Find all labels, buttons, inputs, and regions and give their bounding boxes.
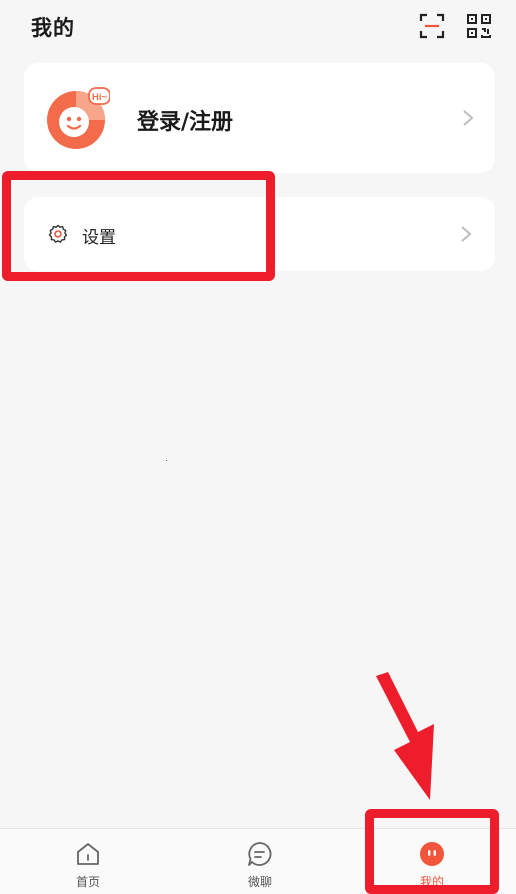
nav-label-home: 首页 (75, 875, 100, 889)
arrow-pointer-icon (360, 672, 450, 804)
chevron-right-icon (461, 108, 475, 128)
home-icon (75, 841, 101, 867)
bottom-nav: 首页 微聊 我的 (0, 828, 516, 894)
avatar-badge: Hi~ (92, 92, 108, 103)
login-card[interactable]: Hi~ 登录/注册 (24, 63, 495, 173)
chat-bubble-icon (247, 841, 273, 867)
nav-label-chat: 微聊 (247, 875, 272, 889)
screen-speck (166, 460, 167, 461)
login-register-label[interactable]: 登录/注册 (137, 104, 233, 136)
top-bar: 我的 (0, 0, 516, 54)
nav-item-chat[interactable]: 微聊 (200, 829, 320, 894)
settings-label: 设置 (82, 228, 116, 248)
mine-screen: 我的 Hi~ 登录/注册 设置 首页 微聊 我的 (0, 0, 516, 894)
gear-icon (48, 224, 68, 244)
avatar[interactable]: Hi~ (46, 86, 111, 150)
page-title: 我的 (31, 16, 75, 40)
scan-icon[interactable] (419, 13, 445, 39)
mine-face-icon (419, 841, 445, 867)
nav-item-mine[interactable]: 我的 (372, 829, 492, 894)
nav-item-home[interactable]: 首页 (28, 829, 148, 894)
chevron-right-icon (459, 224, 473, 244)
qr-code-icon[interactable] (466, 13, 492, 39)
settings-row[interactable]: 设置 (24, 197, 495, 271)
nav-label-mine: 我的 (419, 875, 444, 889)
